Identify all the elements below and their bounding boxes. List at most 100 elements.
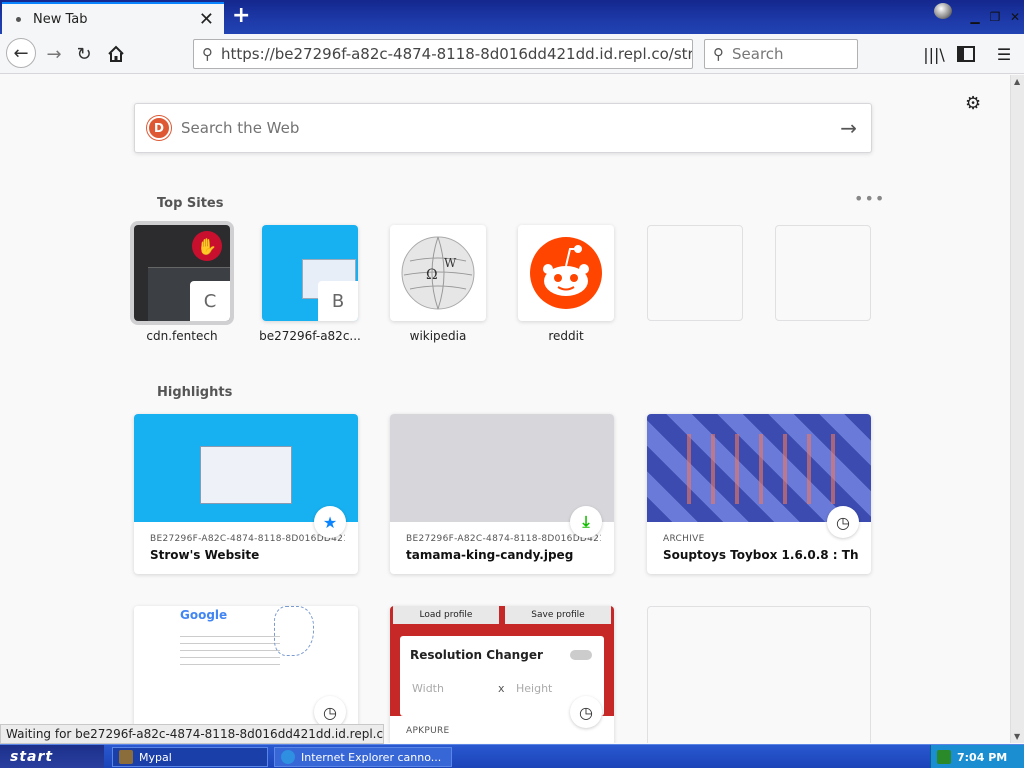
close-tab-icon[interactable]: ✕ [199, 9, 214, 30]
highlights-title: Highlights [157, 385, 233, 400]
web-search-input[interactable]: D Search the Web → [134, 103, 872, 153]
times-label: x [498, 682, 505, 695]
forward-button[interactable]: → [40, 40, 68, 68]
tab-title: New Tab [33, 11, 88, 27]
minimize-icon[interactable]: ▁ [968, 10, 982, 24]
svg-text:Ω: Ω [426, 267, 438, 283]
reload-icon: ↻ [76, 43, 92, 65]
highlight-title: Souptoys Toybox 1.6.0.8 : The S... [663, 548, 858, 562]
home-icon [108, 45, 124, 62]
mypal-icon [119, 750, 133, 764]
site-letter: B [318, 281, 358, 321]
highlight-context: BE27296F-A82C-4874-8118-8D016DD421D... [150, 534, 345, 544]
highlight-card[interactable]: BE27296F-A82C-4874-8118-8D016DD421D... t… [390, 414, 614, 574]
window-controls: ▁ ❐ ✕ [934, 0, 1024, 34]
arrow-left-icon: ← [13, 42, 29, 64]
internet-explorer-icon [281, 750, 295, 764]
window-badge-icon [934, 3, 952, 19]
screen: New Tab ✕ + ▁ ❐ ✕ ← → ↻ ⚲ https://be2729… [0, 0, 1024, 768]
system-tray: 7:04 PM [930, 745, 1024, 768]
search-placeholder: Search [732, 45, 784, 63]
download-icon: ⤓ [570, 506, 602, 538]
highlight-card[interactable]: Load profile Save profile Resolution Cha… [390, 606, 614, 743]
restore-icon[interactable]: ❐ [988, 10, 1002, 24]
start-button[interactable]: start [0, 745, 104, 768]
top-site-reddit[interactable] [518, 225, 614, 321]
top-site-wikipedia[interactable]: Ω W [390, 225, 486, 321]
taskbar-item-internet-explorer[interactable]: Internet Explorer canno... [274, 747, 452, 767]
top-site-empty[interactable] [647, 225, 743, 321]
highlight-card[interactable]: BE27296F-A82C-4874-8118-8D016DD421D... S… [134, 414, 358, 574]
arrow-right-icon[interactable]: → [840, 116, 857, 140]
new-tab-button[interactable]: + [232, 3, 250, 28]
web-search-placeholder: Search the Web [181, 119, 300, 137]
top-site-label: reddit [548, 329, 584, 343]
library-icon: |||\ [923, 44, 945, 64]
hand-stop-icon: ✋ [192, 231, 222, 261]
library-button[interactable]: |||\ [922, 42, 946, 66]
sidebar-button[interactable] [954, 42, 978, 66]
taskbar-item-mypal[interactable]: Mypal [112, 747, 268, 767]
top-sites-title: Top Sites [157, 196, 224, 211]
search-box[interactable]: ⚲ Search [704, 39, 858, 69]
url-bar[interactable]: ⚲ https://be27296f-a82c-4874-8118-8d016d… [193, 39, 693, 69]
new-tab-page: ⚙ D Search the Web → Top Sites ••• ✋ C c… [0, 75, 1010, 743]
highlight-card[interactable]: ARCHIVE Souptoys Toybox 1.6.0.8 : The S.… [647, 414, 871, 574]
top-site-label: wikipedia [409, 329, 467, 343]
status-bar: Waiting for be27296f-a82c-4874-8118-8d01… [0, 724, 384, 744]
clock: 7:04 PM [957, 750, 1008, 764]
nav-bar: ← → ↻ ⚲ https://be27296f-a82c-4874-8118-… [0, 34, 1024, 74]
search-icon: ⚲ [713, 45, 724, 63]
top-site-empty[interactable] [775, 225, 871, 321]
sidebar-icon [957, 46, 975, 62]
reddit-icon [530, 237, 602, 309]
network-icon[interactable] [937, 750, 951, 764]
hamburger-icon: ☰ [996, 44, 1012, 64]
taskbar-item-label: Internet Explorer canno... [301, 750, 442, 764]
start-label: start [10, 749, 54, 765]
menu-button[interactable]: ☰ [992, 42, 1016, 66]
scrollbar[interactable]: ▲ ▼ [1010, 75, 1024, 743]
highlight-card-empty [647, 606, 871, 743]
tab-favicon-icon [16, 16, 21, 22]
highlight-card[interactable]: Google ◷ [134, 606, 358, 743]
highlight-context: APKPURE [406, 726, 450, 736]
reload-button[interactable]: ↻ [70, 40, 98, 68]
history-icon: ◷ [827, 506, 859, 538]
duckduckgo-icon: D [147, 116, 171, 140]
top-site-be27296f[interactable]: B [262, 225, 358, 321]
tab-strip: New Tab ✕ + ▁ ❐ ✕ [0, 0, 1024, 34]
width-label: Width [412, 682, 444, 695]
close-window-icon[interactable]: ✕ [1008, 10, 1022, 24]
home-button[interactable] [102, 40, 130, 68]
taskbar-item-label: Mypal [139, 750, 172, 764]
history-icon: ◷ [570, 696, 602, 728]
top-site-label: be27296f-a82c... [259, 329, 361, 343]
height-label: Height [516, 682, 553, 695]
save-profile-label: Save profile [505, 606, 611, 624]
highlight-title: Strow's Website [150, 548, 260, 562]
top-site-label: cdn.fentech [146, 329, 218, 343]
resolution-changer-heading: Resolution Changer [410, 648, 543, 662]
highlight-context: BE27296F-A82C-4874-8118-8D016DD421D... [406, 534, 601, 544]
highlight-title: tamama-king-candy.jpeg [406, 548, 574, 562]
arrow-right-icon: → [46, 43, 62, 65]
search-icon: ⚲ [202, 45, 213, 63]
url-text: https://be27296f-a82c-4874-8118-8d016dd4… [221, 45, 693, 63]
scroll-down-icon[interactable]: ▼ [1014, 732, 1020, 741]
gear-icon[interactable]: ⚙ [965, 93, 981, 114]
site-letter: C [190, 281, 230, 321]
back-button[interactable]: ← [6, 38, 36, 68]
taskbar: start Mypal Internet Explorer canno... 7… [0, 744, 1024, 768]
top-site-cdn-fentech[interactable]: ✋ C [134, 225, 230, 321]
highlight-context: ARCHIVE [663, 534, 705, 544]
scroll-up-icon[interactable]: ▲ [1014, 77, 1020, 86]
toggle-switch [570, 650, 592, 660]
load-profile-label: Load profile [393, 606, 499, 624]
bookmark-icon: ★ [314, 506, 346, 538]
wikipedia-globe-icon: Ω W [401, 236, 475, 310]
tab-new-tab[interactable]: New Tab ✕ [2, 2, 224, 34]
svg-text:W: W [444, 256, 457, 270]
more-options-icon[interactable]: ••• [854, 189, 885, 208]
google-thumb-text: Google [180, 608, 228, 622]
